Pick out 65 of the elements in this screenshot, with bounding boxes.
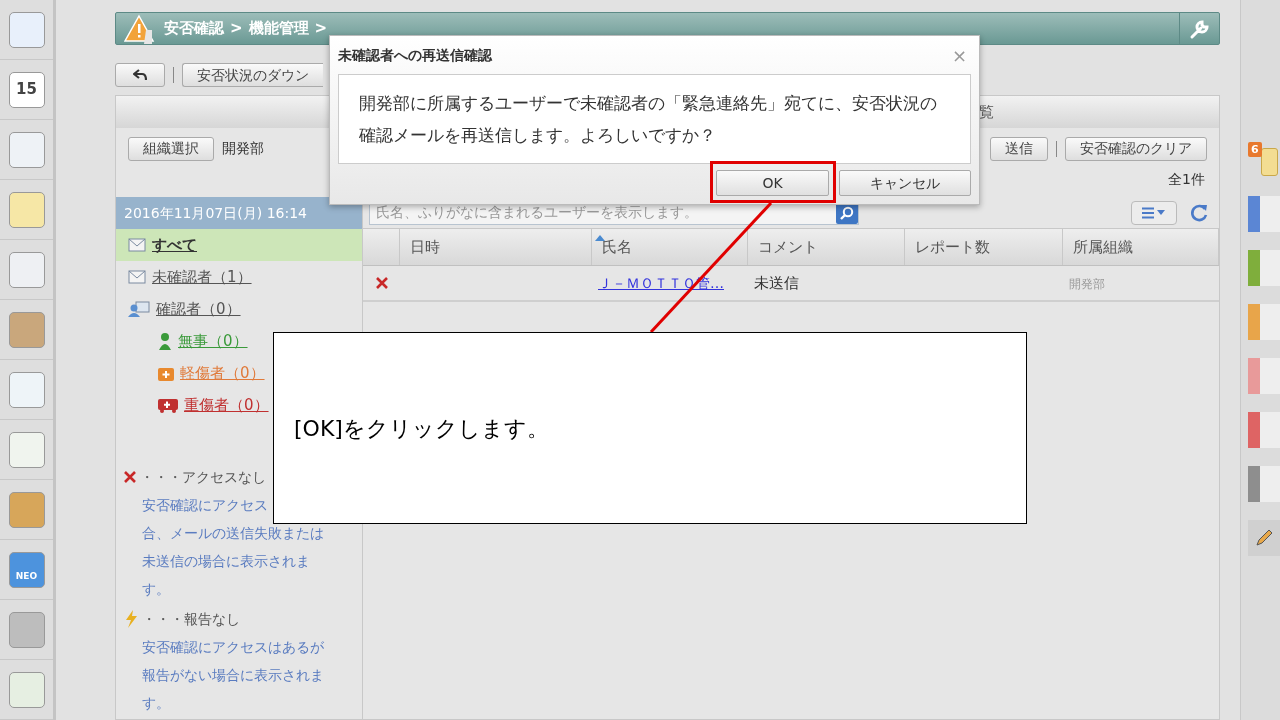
legend-description: 報告がない場合に表示されま <box>141 665 325 685</box>
cross-icon <box>124 471 136 483</box>
color-tab[interactable] <box>1248 412 1280 448</box>
download-button[interactable]: 安否状況のダウン <box>182 63 323 87</box>
note-icon[interactable] <box>1261 148 1278 176</box>
back-button[interactable] <box>115 63 165 87</box>
filter-link[interactable]: すべて <box>152 233 197 257</box>
envelope-icon <box>128 270 146 284</box>
cross-icon <box>375 277 388 289</box>
ambulance-icon <box>158 397 178 413</box>
dialog-button[interactable]: キャンセル <box>839 170 971 196</box>
dialog-button[interactable]: OK <box>716 170 829 196</box>
color-tab[interactable] <box>1248 196 1280 232</box>
dialog-title: 未確認者への再送信確認 <box>338 45 492 65</box>
menu-button[interactable] <box>1131 200 1177 225</box>
legend-description: 安否確認にアクセス <box>141 495 269 515</box>
total-count: 全1件 <box>1168 169 1205 189</box>
breadcrumb-text: 機能管理 <box>248 18 309 40</box>
back-arrow-icon <box>133 69 147 81</box>
dialog-message: 開発部に所属するユーザーで未確認者の「緊急連絡先」宛てに、安否状況の確認メールを再送信します。よろしいですか？ <box>359 92 938 147</box>
panel-title: 覧 <box>979 101 994 123</box>
lightning-icon <box>124 610 138 628</box>
legend-description: 未送信の場合に表示されま <box>141 551 311 571</box>
sort-ascending-icon <box>595 235 605 241</box>
first-aid-icon <box>158 365 174 381</box>
clear-button[interactable]: 安否確認のクリア <box>1065 136 1207 161</box>
filter-link[interactable]: 確認者（0） <box>156 297 241 321</box>
breadcrumb-text: 安否確認 <box>164 18 224 40</box>
callout-text: [OK]をクリックします。 <box>294 414 549 443</box>
color-tab[interactable] <box>1248 466 1280 502</box>
column-header[interactable]: レポート数 <box>915 235 990 259</box>
envelope-icon <box>128 238 146 252</box>
filter-link[interactable]: 重傷者（0） <box>184 393 269 417</box>
column-header[interactable]: 所属組織 <box>1073 235 1133 259</box>
legend-label: ・・・報告なし <box>142 609 240 629</box>
app-label: NEO <box>15 569 38 583</box>
filter-link[interactable]: 未確認者（1） <box>152 265 252 289</box>
resend-button[interactable]: 送信 <box>990 136 1048 161</box>
org-name: 開発部 <box>222 139 264 158</box>
legend-description: 安否確認にアクセスはあるが <box>141 637 325 657</box>
legend-label: ・・・アクセスなし <box>140 467 266 487</box>
notification-badge: 6 <box>1248 142 1262 157</box>
chart-app-icon[interactable]: NEO <box>8 551 45 588</box>
org-select-button[interactable]: 組織選択 <box>128 136 214 161</box>
refresh-icon[interactable] <box>1189 202 1209 223</box>
legend-description: す。 <box>141 693 171 713</box>
table-cell: 未送信 <box>754 274 799 292</box>
breadcrumb-text: > <box>314 18 328 40</box>
table-cell: 開発部 <box>1069 277 1105 291</box>
person-icon <box>158 332 172 350</box>
menu-icon <box>1142 206 1166 219</box>
color-tab[interactable] <box>1248 250 1280 286</box>
color-tab[interactable] <box>1248 358 1280 394</box>
calendar-day: 15 <box>16 78 37 101</box>
people-icon <box>128 300 150 318</box>
legend-description: す。 <box>141 579 171 599</box>
calendar-icon[interactable]: 15 <box>8 71 45 108</box>
column-header[interactable]: コメント <box>758 235 818 259</box>
breadcrumb-text: > <box>230 18 243 40</box>
legend-description: 合、メールの送信失敗または <box>141 523 325 543</box>
date-header: 2016年11月07日(月) 16:14 <box>116 197 362 229</box>
column-header[interactable]: 氏名 <box>602 235 632 259</box>
pencil-icon[interactable] <box>1255 529 1273 547</box>
column-header[interactable]: 日時 <box>410 235 440 259</box>
color-tab[interactable] <box>1248 304 1280 340</box>
